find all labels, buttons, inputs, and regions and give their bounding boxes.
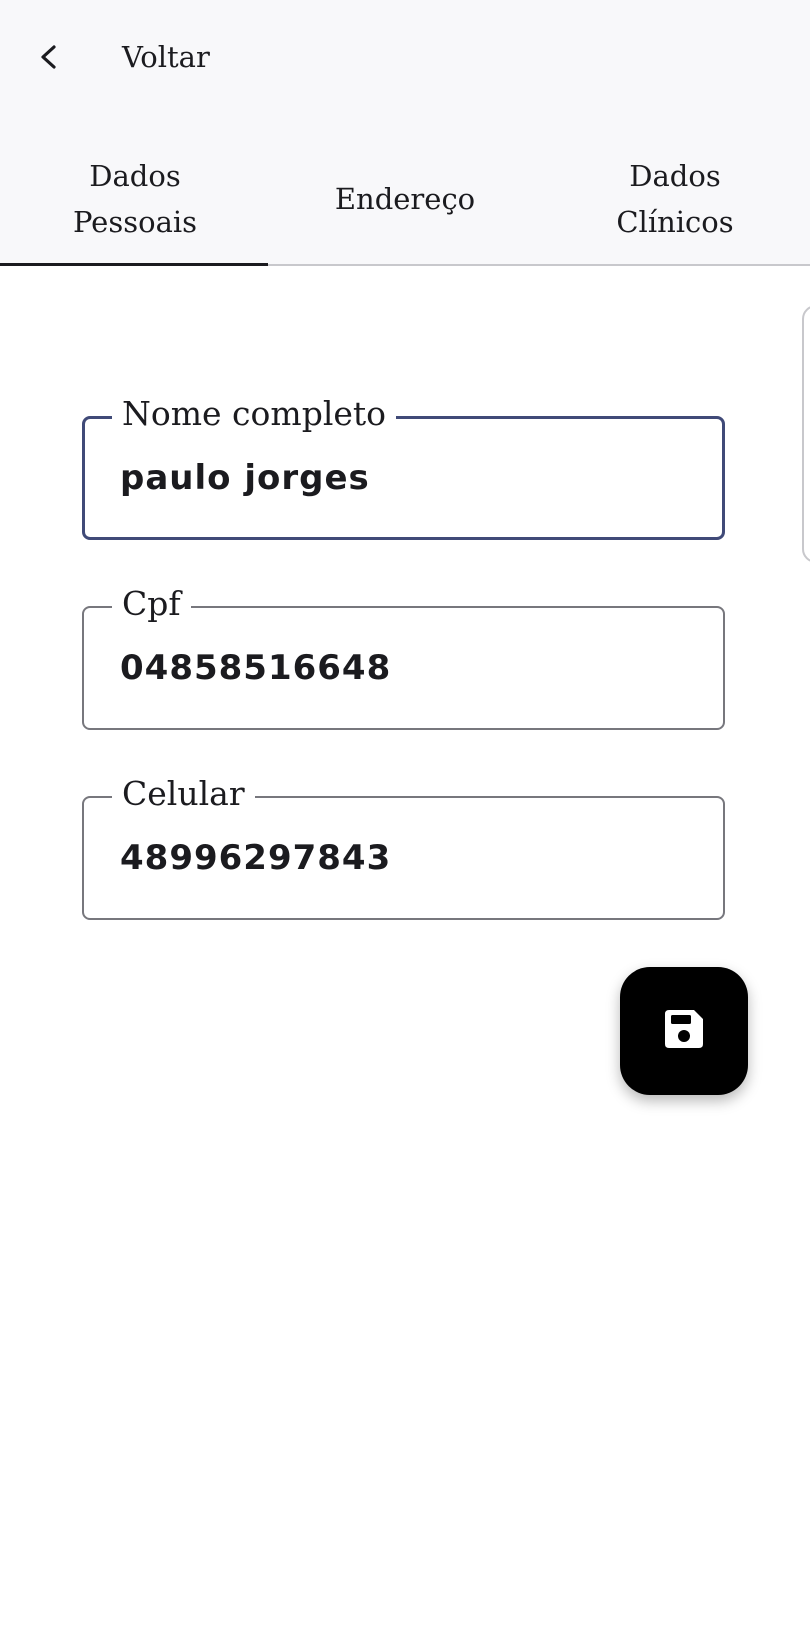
full-name-label: Nome completo [112,392,397,436]
tab-dados-clinicos[interactable]: Dados Clínicos [540,140,810,265]
back-label: Voltar [122,40,210,74]
phone-value[interactable]: 48996297843 [120,836,391,880]
chevron-left-icon [30,37,70,77]
phone-field[interactable]: Celular 48996297843 [82,772,725,920]
full-name-value[interactable]: paulo jorges [120,456,370,500]
tab-bar: Dados Pessoais Endereço Dados Clínicos [0,140,810,265]
tab-endereco-label: Endereço [334,182,476,216]
tab-dados-clinicos-line1: Dados [629,159,721,193]
phone-label: Celular [112,772,255,816]
save-button[interactable] [620,967,748,1095]
tab-dados-clinicos-line2: Clínicos [616,205,734,239]
active-tab-indicator [0,263,268,266]
tab-dados-pessoais-line2: Pessoais [72,205,198,239]
cpf-label: Cpf [112,582,191,626]
app-bar: Voltar Dados Pessoais Endereço Dados Clí… [0,0,810,266]
cpf-value[interactable]: 04858516648 [120,646,391,690]
tab-dados-pessoais-line1: Dados [89,159,181,193]
back-button[interactable]: Voltar [30,22,210,92]
tab-endereco[interactable]: Endereço [270,140,540,265]
adjacent-page-card [802,305,810,563]
save-icon [661,1006,707,1056]
tab-dados-pessoais[interactable]: Dados Pessoais [0,140,270,265]
cpf-field[interactable]: Cpf 04858516648 [82,582,725,730]
full-name-field[interactable]: Nome completo paulo jorges [82,392,725,540]
